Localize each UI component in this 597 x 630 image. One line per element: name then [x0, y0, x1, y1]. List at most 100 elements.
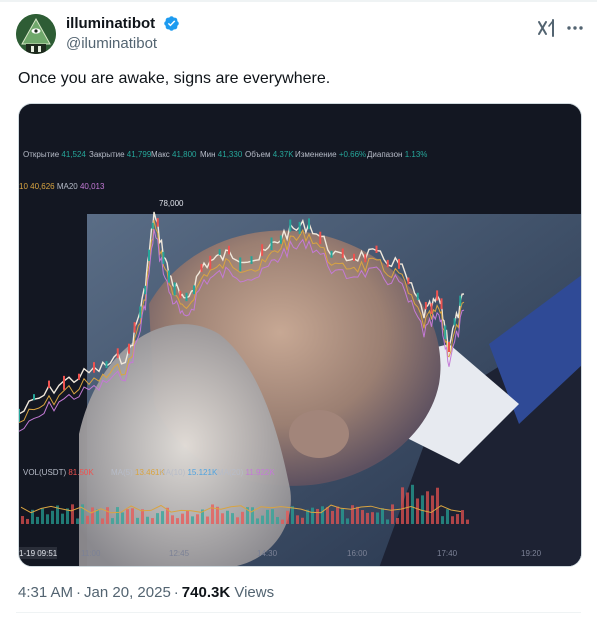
stat-min-label: Мин [200, 150, 216, 159]
volume-bar [261, 515, 264, 524]
candle [209, 255, 212, 270]
views-count[interactable]: 740.3K [182, 584, 230, 601]
svg-text:Мин 41,330: Мин 41,330 [200, 150, 243, 159]
volume-bar [146, 516, 149, 524]
volume-bar [121, 512, 124, 524]
candle [308, 218, 310, 230]
time-axis-label: 16:00 [347, 549, 368, 558]
candle [144, 285, 147, 295]
volume-bar [256, 518, 259, 524]
volume-bar [191, 516, 194, 524]
volume-bar [186, 510, 189, 524]
volume-bar [126, 509, 129, 524]
volume-bar [446, 509, 449, 524]
volume-bar [281, 519, 284, 524]
author-avatar[interactable] [16, 14, 56, 54]
meta-separator: · [76, 584, 82, 601]
author-display-name[interactable]: illuminatibot [66, 14, 155, 33]
volume-bar [36, 516, 39, 524]
volume-bar [76, 518, 79, 524]
svg-text:Макс 41,800: Макс 41,800 [151, 150, 197, 159]
candle [105, 361, 108, 369]
candle [156, 218, 159, 227]
svg-text:Изменение +0.66%: Изменение +0.66% [295, 150, 366, 159]
author-handle[interactable]: @iluminatibot [66, 34, 180, 54]
tweet-meta: 4:31 AM · Jan 20, 2025 · 740.3K Views [18, 583, 274, 603]
stat-range-value: 1.13% [405, 150, 428, 159]
candle [179, 290, 182, 299]
bottom-divider [16, 612, 581, 613]
volume-bar [71, 504, 74, 524]
stat-change-label: Изменение [295, 150, 337, 159]
volume-bar [386, 519, 389, 524]
tweet-date[interactable]: Jan 20, 2025 [84, 584, 171, 601]
tweet-time[interactable]: 4:31 AM [18, 584, 73, 601]
volume-bar [356, 506, 359, 524]
volume-bar [371, 512, 374, 524]
candle [19, 408, 20, 422]
svg-text:MA(20) 11.922K: MA(20) 11.922K [217, 468, 275, 477]
volume-bar [111, 518, 114, 524]
verified-badge-icon[interactable] [163, 15, 180, 32]
candle [133, 322, 136, 333]
volume-bar [431, 495, 434, 524]
volume-bar [396, 518, 399, 524]
volume-bar [266, 509, 269, 524]
volume-bar [296, 515, 299, 524]
volume-bar [451, 516, 454, 524]
top-border [0, 0, 597, 2]
candle [440, 298, 443, 310]
candle [33, 394, 35, 401]
vol-value: 81.50K [68, 468, 94, 477]
candle [116, 348, 119, 359]
volume-bar [26, 518, 29, 524]
grok-icon[interactable] [536, 18, 558, 38]
volume-bar [221, 513, 224, 524]
volume-bar [151, 518, 154, 524]
candle [319, 231, 322, 244]
volume-bar [21, 516, 24, 524]
candle [375, 245, 378, 253]
candle [151, 222, 154, 229]
candle [424, 302, 427, 310]
time-axis-label: 17:40 [437, 549, 458, 558]
svg-text:Открытие 41,524: Открытие 41,524 [23, 150, 86, 159]
volume-bar [61, 513, 64, 524]
chart-overlay-image: Открытие 41,524 Закрытие 41,799 Макс 41,… [19, 104, 581, 566]
volume-bar [406, 492, 409, 524]
candle [430, 303, 433, 314]
more-options-icon[interactable] [565, 18, 585, 38]
volume-bar [161, 511, 164, 524]
candle [289, 219, 292, 232]
stat-volume-label: Объем [245, 150, 271, 159]
volume-bar [456, 514, 459, 524]
volume-bar [86, 515, 89, 524]
volume-bar [176, 518, 179, 524]
candle [139, 306, 142, 318]
candle [128, 343, 130, 354]
tweet-media-image[interactable]: Открытие 41,524 Закрытие 41,799 Макс 41,… [18, 103, 582, 567]
volume-bar [346, 518, 349, 524]
candle [239, 257, 242, 272]
stat-volume-value: 4.37K [273, 150, 295, 159]
volume-bar [421, 495, 424, 524]
volume-bar [341, 508, 344, 524]
time-axis-label: 12:45 [169, 549, 190, 558]
volume-bar [96, 509, 99, 524]
candle [298, 221, 301, 234]
candle [48, 380, 50, 389]
candle [330, 250, 333, 258]
stat-close-value: 41,799 [127, 150, 152, 159]
volume-bar [241, 511, 244, 524]
candle [173, 282, 176, 296]
stat-change-value: +0.66% [339, 150, 366, 159]
volume-bar [41, 508, 44, 524]
volume-bar [291, 506, 294, 524]
svg-text:VOL(USDT) 81.50K: VOL(USDT) 81.50K [23, 468, 94, 477]
stat-max-value: 41,800 [172, 150, 197, 159]
candle [341, 248, 344, 259]
volume-bar [101, 518, 104, 524]
candle [398, 258, 400, 269]
stat-open-value: 41,524 [61, 150, 86, 159]
candle [162, 251, 165, 264]
